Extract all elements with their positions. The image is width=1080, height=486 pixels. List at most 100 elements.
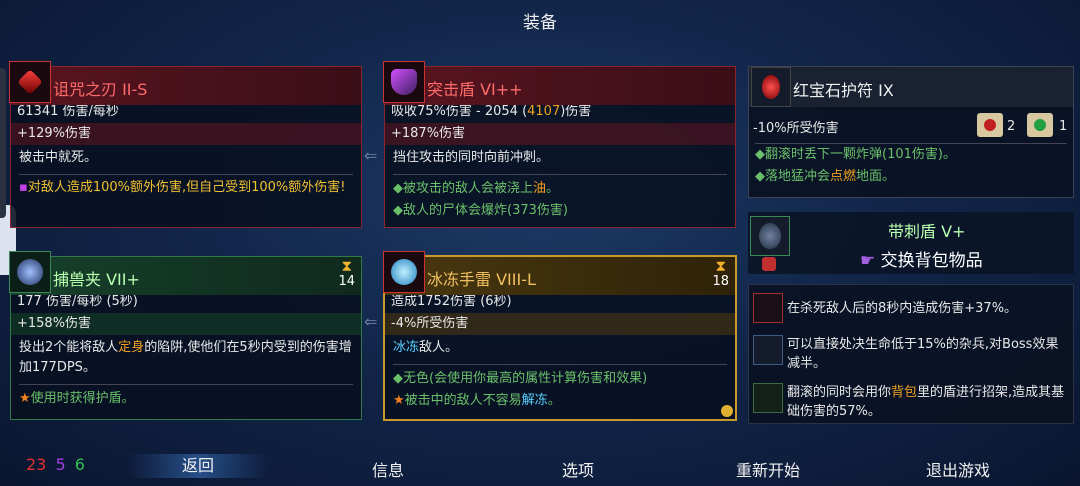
card-header: 捕兽夹 VII+ ⧗ 14 — [9, 251, 361, 295]
perk-highlight: 解冻 — [521, 393, 548, 408]
perk-text: 对敌人造成100%额外伤害,但自己受到100%额外伤害! — [27, 180, 346, 195]
perk-text: 无色(会使用你最高的属性计算伤害和效果) — [403, 371, 648, 386]
card-wolf-trap[interactable]: 捕兽夹 VII+ ⧗ 14 177 伤害/每秒 (5秒) +158%伤害 投出2个… — [9, 251, 362, 420]
bonus-stat: +187%伤害 — [385, 123, 735, 145]
card-assault-shield[interactable]: 突击盾 VI++ 吸收75%伤害 - 2054 (4107)伤害 +187%伤害… — [383, 61, 736, 228]
swap-hand-icon: ☛ — [860, 251, 876, 271]
perk-highlight: 点燃 — [830, 169, 857, 184]
card-header: 突击盾 VI++ — [383, 61, 735, 105]
absorb-text: 吸收75%伤害 - 2054 ( — [391, 104, 528, 119]
desc-highlight: 冰冻 — [393, 340, 420, 355]
mutation-text: 翻滚的同时会用你背包里的盾进行招架,造成其基础伤害的57%。 — [787, 383, 1067, 421]
item-description: 被击中就死。 — [19, 150, 98, 165]
amulet-header: 红宝石护符 IX — [749, 67, 1073, 107]
damage-taken-stat: -4%所受伤害 — [385, 313, 735, 335]
item-description: 冰冻敌人。 — [385, 335, 735, 361]
item-name: 突击盾 VI++ — [427, 80, 523, 99]
perk-text: 使用时获得护盾。 — [30, 391, 135, 406]
swap-label: 交换背包物品 — [880, 251, 983, 271]
perk-bullet-icon: ▪ — [19, 180, 28, 195]
item-name: 冰冻手雷 VIII-L — [427, 270, 536, 289]
mutation-text: 在杀死敌人后的8秒内造成伤害+37%。 — [787, 301, 1018, 316]
swap-backpack-button[interactable]: ☛ 交换背包物品 — [860, 246, 983, 271]
ice-grenade-icon — [383, 251, 425, 293]
bonus-stat: +158%伤害 — [11, 313, 361, 335]
diamond-bullet-icon: ◆ — [755, 169, 765, 184]
screen-title: 装备 — [523, 13, 557, 33]
mutation-text-part: 翻滚的同时会用你 — [787, 385, 892, 400]
perk-line: ◆无色(会使用你最高的属性计算伤害和效果) — [385, 368, 735, 390]
red-scroll-icon — [977, 113, 1003, 137]
perk-text: 翻滚时丢下一颗炸弹(101伤害)。 — [765, 147, 956, 162]
perk-text: 。 — [546, 181, 560, 196]
perk-highlight: 油 — [533, 181, 547, 196]
bonus-stat: +129%伤害 — [11, 123, 361, 145]
scroll-count: 2 — [1007, 119, 1016, 134]
perk-text: 敌人的尸体会爆炸(373伤害) — [403, 203, 568, 218]
divider — [393, 174, 727, 175]
card-header: 诅咒之刃 II-S — [9, 61, 361, 105]
amulet-stat-row: -10%所受伤害 2 1 — [749, 107, 1073, 143]
diamond-bullet-icon: ◆ — [393, 181, 403, 196]
backpack-icon — [762, 257, 776, 271]
card-ice-grenade[interactable]: 冰冻手雷 VIII-L ⧗ 18 造成1752伤害 (6秒) -4%所受伤害 冰冻… — [383, 251, 737, 421]
cooldown-timer: ⧗ 14 — [338, 257, 355, 290]
perk-line: ▪对敌人造成100%额外伤害,但自己受到100%额外伤害! — [11, 178, 361, 198]
card-header: 冰冻手雷 VIII-L ⧗ 18 — [383, 251, 735, 295]
perk-text: 。 — [547, 393, 561, 408]
item-description: 投出2个能将敌人定身的陷阱,使他们在5秒内受到的伤害增加177DPS。 — [11, 335, 361, 381]
execute-mutation-icon — [753, 335, 783, 365]
ruby-amulet-icon — [751, 67, 791, 107]
mutations-panel: 在杀死敌人后的8秒内造成伤害+37%。 可以直接处决生命低于15%的杂兵,对Bo… — [748, 284, 1074, 424]
nav-restart[interactable]: 重新开始 — [698, 457, 838, 481]
mutation-highlight: 背包 — [891, 385, 918, 400]
diamond-bullet-icon: ◆ — [393, 203, 403, 218]
nav-quit[interactable]: 退出游戏 — [888, 457, 1028, 481]
nav-back[interactable]: 返回 — [128, 454, 268, 478]
cooldown-value: 18 — [712, 274, 729, 289]
perk-text: 地面。 — [856, 169, 896, 184]
swap-arrow-icon: ⇐ — [364, 146, 378, 165]
item-name: 捕兽夹 VII+ — [53, 270, 140, 289]
desc-text: 敌人。 — [419, 340, 459, 355]
brutality-count: 23 — [26, 455, 47, 474]
item-name: 带刺盾 V+ — [888, 222, 966, 241]
perk-text: 被击中的敌人不容易 — [404, 393, 522, 408]
mutation-text: 可以直接处决生命低于15%的杂兵,对Boss效果减半。 — [787, 337, 1059, 371]
green-scroll-icon — [1027, 113, 1053, 137]
spiked-shield-icon — [750, 216, 790, 256]
wolf-trap-icon — [9, 251, 51, 293]
hourglass-icon: ⧗ — [341, 257, 352, 275]
nav-info[interactable]: 信息 — [318, 457, 458, 481]
diamond-bullet-icon: ◆ — [755, 147, 765, 162]
damage-taken-stat: -10%所受伤害 — [753, 121, 839, 136]
cooldown-value: 14 — [338, 274, 355, 289]
divider — [393, 364, 727, 365]
perk-line: ◆翻滚时丢下一颗炸弹(101伤害)。 — [749, 144, 1073, 166]
absorb-unit: )伤害 — [560, 104, 592, 119]
card-ruby-amulet[interactable]: 红宝石护符 IX -10%所受伤害 2 1 ◆翻滚时丢下一颗炸弹(101伤害)。… — [748, 66, 1074, 198]
desc-highlight: 定身 — [118, 340, 145, 355]
item-name: 诅咒之刃 II-S — [53, 80, 148, 99]
scroll-stats: 23 5 6 — [26, 455, 85, 474]
perk-text: 落地猛冲会 — [765, 169, 831, 184]
perk-line: ◆被攻击的敌人会被浇上油。 — [385, 178, 735, 200]
scroll-count: 1 — [1059, 119, 1068, 134]
perk-line: ◆落地猛冲会点燃地面。 — [749, 166, 1073, 188]
nav-options[interactable]: 选项 — [508, 457, 648, 481]
survival-count: 6 — [74, 455, 85, 474]
diamond-bullet-icon: ◆ — [393, 371, 403, 386]
gold-corner-ornament — [721, 405, 733, 417]
perk-text: 被攻击的敌人会被浇上 — [403, 181, 534, 196]
card-spiked-shield[interactable]: 带刺盾 V+ ☛ 交换背包物品 — [748, 212, 1074, 274]
sword-mutation-icon — [753, 293, 783, 323]
assault-shield-icon — [383, 61, 425, 103]
hourglass-icon: ⧗ — [715, 257, 726, 275]
side-edge — [0, 68, 6, 218]
desc-text: 投出2个能将敌人 — [19, 340, 119, 355]
divider — [19, 174, 353, 175]
card-curse-blade[interactable]: 诅咒之刃 II-S 61341 伤害/每秒 +129%伤害 被击中就死。 ▪对敌… — [9, 61, 362, 228]
parry-mutation-icon — [753, 383, 783, 413]
item-description: 挡住攻击的同时向前冲刺。 — [393, 150, 550, 165]
tactics-count: 5 — [55, 455, 66, 474]
